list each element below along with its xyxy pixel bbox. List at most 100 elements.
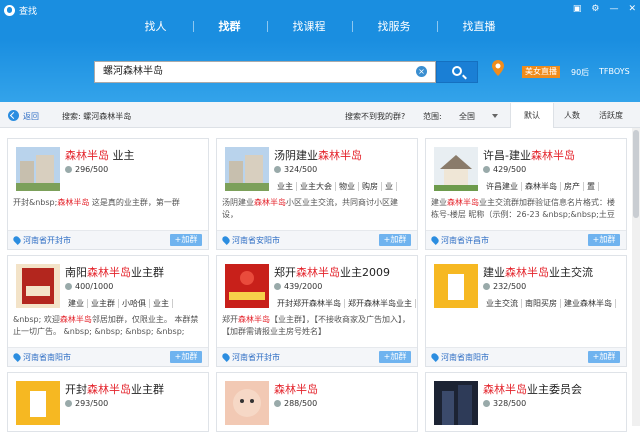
sort-activity[interactable]: 活跃度 bbox=[590, 103, 632, 128]
tag[interactable]: 郑开森林半岛业主 bbox=[345, 299, 416, 308]
group-card[interactable]: 森林半岛 288/500 bbox=[216, 372, 418, 432]
chevron-down-icon[interactable] bbox=[492, 114, 498, 118]
member-count: 429/500 bbox=[483, 165, 526, 174]
tag[interactable]: 森林半岛 bbox=[522, 182, 561, 191]
join-group-button[interactable]: +加群 bbox=[379, 351, 411, 363]
search-band: 螺河森林半岛 × 美女直播 90后 TFBOYS bbox=[0, 40, 640, 102]
group-avatar[interactable] bbox=[434, 381, 478, 425]
back-button[interactable]: 返回 bbox=[23, 111, 39, 122]
age-tag[interactable]: 90后 bbox=[571, 67, 589, 78]
card-footer: 河南省开封市 +加群 bbox=[217, 347, 417, 366]
group-card[interactable]: 汤阴建业森林半岛 324/500 业主 业主大会 物业 购房业汤阴建业森林半岛小区业主交流… bbox=[216, 138, 418, 250]
location-pin-icon[interactable] bbox=[491, 60, 505, 76]
tab-find-courses[interactable]: 找课程 bbox=[266, 20, 352, 40]
tag[interactable]: 物业 bbox=[336, 182, 359, 191]
group-location[interactable]: 河南省南阳市 bbox=[441, 352, 489, 363]
tab-find-services[interactable]: 找服务 bbox=[351, 20, 437, 40]
tag[interactable]: 南阳买房 bbox=[522, 299, 561, 308]
tag[interactable]: 许昌建业 bbox=[483, 182, 522, 191]
group-name[interactable]: 森林半岛 bbox=[274, 381, 318, 397]
tag[interactable]: 业主群 bbox=[88, 299, 119, 308]
live-badge[interactable]: 美女直播 bbox=[522, 66, 560, 78]
group-card[interactable]: 许昌-建业森林半岛 429/500 许昌建业 森林半岛 房产置建业森林半岛业主交流群加群… bbox=[425, 138, 627, 250]
group-avatar-placeholder-icon[interactable] bbox=[16, 381, 60, 425]
group-card[interactable]: 开封森林半岛业主群 293/500 bbox=[7, 372, 209, 432]
settings-button[interactable]: ⚙ bbox=[591, 3, 599, 15]
group-location[interactable]: 河南省开封市 bbox=[23, 235, 71, 246]
group-name[interactable]: 开封森林半岛业主群 bbox=[65, 381, 164, 397]
back-icon[interactable] bbox=[8, 110, 19, 121]
scroll-thumb[interactable] bbox=[633, 130, 639, 218]
search-button[interactable] bbox=[436, 61, 478, 83]
group-name[interactable]: 森林半岛 业主 bbox=[65, 147, 135, 163]
group-name-pre: 许昌-建业 bbox=[483, 149, 531, 162]
group-location[interactable]: 河南省安阳市 bbox=[232, 235, 280, 246]
group-avatar[interactable] bbox=[434, 147, 478, 191]
group-card[interactable]: 森林半岛业主委员会 328/500 bbox=[425, 372, 627, 432]
group-name-highlight: 森林半岛 bbox=[87, 383, 131, 396]
group-card[interactable]: 南阳森林半岛业主群 400/1000 建业 业主群 小哈俱 业主 &nbsp; 欢迎森林半岛… bbox=[7, 255, 209, 367]
tag[interactable]: 业 bbox=[382, 182, 397, 191]
location-icon bbox=[221, 235, 231, 245]
tag[interactable]: 业主交流 bbox=[483, 299, 522, 308]
card-footer: 河南省安阳市 +加群 bbox=[217, 230, 417, 249]
range-select[interactable]: 全国 bbox=[459, 111, 475, 122]
close-button[interactable]: ✕ bbox=[628, 3, 636, 15]
hot-tag[interactable]: TFBOYS bbox=[599, 67, 630, 76]
group-name[interactable]: 许昌-建业森林半岛 bbox=[483, 147, 575, 163]
group-avatar[interactable] bbox=[225, 381, 269, 425]
tag-list: 业主交流 南阳买房 建业森林半岛 bbox=[483, 298, 616, 309]
group-avatar[interactable] bbox=[16, 147, 60, 191]
tag[interactable]: 小哈俱 bbox=[119, 299, 150, 308]
group-name[interactable]: 森林半岛业主委员会 bbox=[483, 381, 582, 397]
clear-search-icon[interactable]: × bbox=[416, 66, 427, 77]
group-location[interactable]: 河南省开封市 bbox=[232, 352, 280, 363]
group-name[interactable]: 汤阴建业森林半岛 bbox=[274, 147, 362, 163]
join-group-button[interactable]: +加群 bbox=[588, 351, 620, 363]
tag[interactable]: 建业 bbox=[65, 299, 88, 308]
window-title: 查找 bbox=[19, 6, 38, 17]
join-group-button[interactable]: +加群 bbox=[170, 234, 202, 246]
group-location[interactable]: 河南省南阳市 bbox=[23, 352, 71, 363]
group-avatar[interactable] bbox=[225, 147, 269, 191]
tab-find-people[interactable]: 找人 bbox=[119, 20, 193, 40]
not-found-link[interactable]: 搜索不到我的群? bbox=[345, 111, 405, 122]
tag[interactable]: 开封郑开森林半岛 bbox=[274, 299, 345, 308]
group-location[interactable]: 河南省许昌市 bbox=[441, 235, 489, 246]
sort-default[interactable]: 默认 bbox=[510, 103, 554, 128]
tag[interactable]: 房产 bbox=[561, 182, 584, 191]
tab-find-live[interactable]: 找直播 bbox=[436, 20, 522, 40]
group-card[interactable]: 郑开森林半岛业主2009 439/2000 开封郑开森林半岛 郑开森林半岛业主 郑开森林… bbox=[216, 255, 418, 367]
sort-members[interactable]: 人数 bbox=[554, 103, 590, 128]
tag-list: 业主 业主大会 物业 购房业 bbox=[274, 181, 397, 192]
desc-highlight: 森林半岛 bbox=[59, 315, 92, 324]
tag[interactable]: 业主大会 bbox=[297, 182, 336, 191]
join-group-button[interactable]: +加群 bbox=[588, 234, 620, 246]
join-group-button[interactable]: +加群 bbox=[170, 351, 202, 363]
tag[interactable]: 业主 bbox=[150, 299, 173, 308]
tag[interactable]: 业主 bbox=[274, 182, 297, 191]
group-name-highlight: 森林半岛 bbox=[483, 383, 527, 396]
search-input[interactable]: 螺河森林半岛 bbox=[94, 61, 436, 83]
group-name[interactable]: 郑开森林半岛业主2009 bbox=[274, 264, 390, 280]
tab-find-groups[interactable]: 找群 bbox=[192, 20, 267, 40]
member-count: 232/500 bbox=[483, 282, 526, 291]
scrollbar[interactable] bbox=[632, 128, 640, 426]
minimize-button[interactable]: — bbox=[609, 3, 618, 15]
join-group-button[interactable]: +加群 bbox=[379, 234, 411, 246]
group-avatar[interactable] bbox=[16, 264, 60, 308]
member-count-text: 324/500 bbox=[284, 165, 318, 174]
group-avatar-placeholder-icon[interactable] bbox=[434, 264, 478, 308]
group-avatar[interactable] bbox=[225, 264, 269, 308]
group-card[interactable]: 森林半岛 业主 296/500 开封&nbsp;森林半岛 这是真的业主群，第一群 河南… bbox=[7, 138, 209, 250]
group-name[interactable]: 建业森林半岛业主交流 bbox=[483, 264, 593, 280]
search-icon bbox=[452, 66, 462, 76]
group-card[interactable]: 建业森林半岛业主交流 232/500 业主交流 南阳买房 建业森林半岛 河南省南阳市 +加群 bbox=[425, 255, 627, 367]
top-nav: 找人 找群 找课程 找服务 找直播 bbox=[0, 20, 640, 40]
group-name-pre: 南阳 bbox=[65, 266, 87, 279]
tag[interactable]: 购房 bbox=[359, 182, 382, 191]
group-name[interactable]: 南阳森林半岛业主群 bbox=[65, 264, 164, 280]
skin-button[interactable]: ▣ bbox=[573, 3, 582, 15]
tag[interactable]: 置 bbox=[584, 182, 599, 191]
tag[interactable]: 建业森林半岛 bbox=[561, 299, 616, 308]
